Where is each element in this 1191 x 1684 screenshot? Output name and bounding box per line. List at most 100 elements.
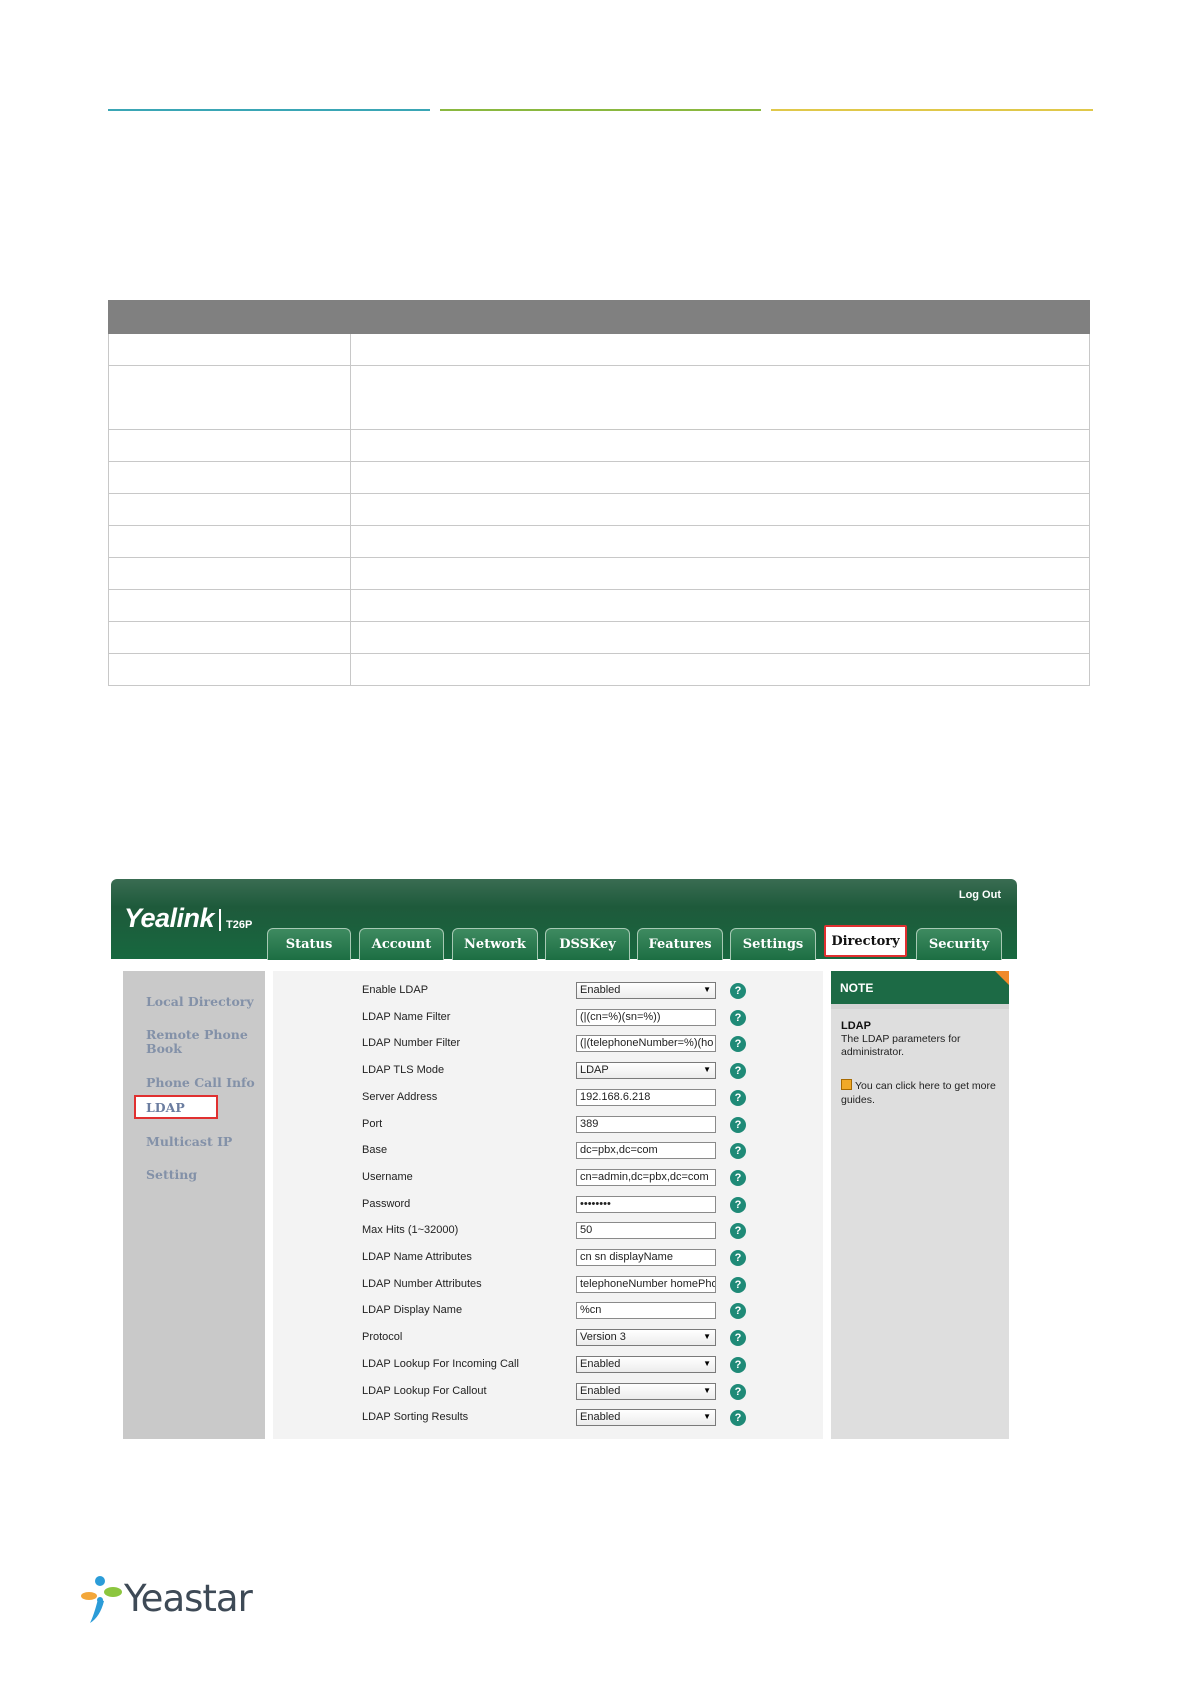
header-rule-yellow bbox=[771, 109, 1093, 111]
label-ldap-sorting-results: LDAP Sorting Results bbox=[362, 1411, 469, 1423]
input-ldap-number-attributes[interactable]: telephoneNumber homePhon bbox=[576, 1276, 716, 1293]
input-max-hits-1-32000[interactable]: 50 bbox=[576, 1222, 716, 1239]
help-icon[interactable]: ? bbox=[730, 1143, 746, 1159]
input-username[interactable]: cn=admin,dc=pbx,dc=com bbox=[576, 1169, 716, 1186]
directory-sidebar: Local Directory Remote Phone Book Phone … bbox=[123, 971, 279, 1439]
help-icon[interactable]: ? bbox=[730, 1303, 746, 1319]
help-icon[interactable]: ? bbox=[730, 1357, 746, 1373]
table-row bbox=[108, 365, 1090, 430]
label-server-address: Server Address bbox=[362, 1091, 438, 1103]
sidebar-item-setting[interactable]: Setting bbox=[146, 1168, 197, 1182]
tab-features[interactable]: Features bbox=[637, 928, 723, 960]
tab-security[interactable]: Security bbox=[916, 928, 1002, 960]
input-ldap-number-filter[interactable]: (|(telephoneNumber=%)(ho bbox=[576, 1035, 716, 1052]
sidebar-item-remote-phone-book[interactable]: Remote Phone Book bbox=[146, 1028, 256, 1056]
sidebar-item-multicast-ip[interactable]: Multicast IP bbox=[146, 1135, 232, 1149]
help-icon[interactable]: ? bbox=[730, 1384, 746, 1400]
table-cell bbox=[350, 461, 1090, 494]
dropdown-arrow-icon: ▼ bbox=[703, 1386, 711, 1395]
note-panel: NOTE LDAP The LDAP parameters for admini… bbox=[831, 971, 1009, 1439]
value-max-hits-1-32000: 50 bbox=[580, 1224, 593, 1236]
sidebar-item-local-directory[interactable]: Local Directory bbox=[146, 995, 254, 1009]
header-rule-green bbox=[440, 109, 761, 111]
help-icon[interactable]: ? bbox=[730, 1090, 746, 1106]
table-cell bbox=[108, 461, 351, 494]
table-row bbox=[108, 557, 1090, 590]
help-icon[interactable]: ? bbox=[730, 1223, 746, 1239]
sidebar-item-ldap[interactable]: LDAP bbox=[146, 1101, 185, 1115]
table-cell bbox=[350, 525, 1090, 558]
tab-network[interactable]: Network bbox=[452, 928, 538, 960]
dropdown-arrow-icon: ▼ bbox=[703, 1412, 711, 1421]
note-guide-text: You can click here to get more guides. bbox=[841, 1080, 996, 1106]
help-icon[interactable]: ? bbox=[730, 1330, 746, 1346]
tab-settings[interactable]: Settings bbox=[730, 928, 816, 960]
model-label: T26P bbox=[226, 919, 253, 931]
note-heading: NOTE bbox=[831, 971, 1009, 1004]
value-ldap-display-name: %cn bbox=[580, 1304, 602, 1316]
label-ldap-name-attributes: LDAP Name Attributes bbox=[362, 1251, 472, 1263]
table-row bbox=[108, 589, 1090, 622]
label-password: Password bbox=[362, 1198, 411, 1210]
phone-header: Yealink T26P Log Out Status Account Netw… bbox=[111, 879, 1017, 960]
sidebar-item-phone-call-info[interactable]: Phone Call Info bbox=[146, 1076, 255, 1090]
logout-link[interactable]: Log Out bbox=[959, 889, 1001, 901]
value-ldap-number-filter: (|(telephoneNumber=%)(ho bbox=[580, 1037, 714, 1049]
table-cell bbox=[108, 493, 351, 526]
input-port[interactable]: 389 bbox=[576, 1116, 716, 1133]
input-ldap-display-name[interactable]: %cn bbox=[576, 1302, 716, 1319]
help-icon[interactable]: ? bbox=[730, 1277, 746, 1293]
value-ldap-tls-mode: LDAP bbox=[580, 1064, 609, 1076]
select-ldap-tls-mode[interactable]: LDAP ▼ bbox=[576, 1062, 716, 1079]
tab-directory[interactable]: Directory bbox=[824, 925, 907, 957]
value-protocol: Version 3 bbox=[580, 1331, 626, 1343]
tab-account[interactable]: Account bbox=[359, 928, 444, 960]
input-ldap-name-filter[interactable]: (|(cn=%)(sn=%)) bbox=[576, 1009, 716, 1026]
input-ldap-name-attributes[interactable]: cn sn displayName bbox=[576, 1249, 716, 1266]
yeastar-pinwheel-icon bbox=[81, 1576, 122, 1623]
label-ldap-name-filter: LDAP Name Filter bbox=[362, 1011, 451, 1023]
value-password: •••••••• bbox=[580, 1198, 611, 1210]
table-cell bbox=[108, 557, 351, 590]
help-icon[interactable]: ? bbox=[730, 1170, 746, 1186]
help-icon[interactable]: ? bbox=[730, 1410, 746, 1426]
select-protocol[interactable]: Version 3 ▼ bbox=[576, 1329, 716, 1346]
label-ldap-number-filter: LDAP Number Filter bbox=[362, 1037, 461, 1049]
help-icon[interactable]: ? bbox=[730, 1010, 746, 1026]
tab-dsskey[interactable]: DSSKey bbox=[545, 928, 630, 960]
select-ldap-sorting-results[interactable]: Enabled ▼ bbox=[576, 1409, 716, 1426]
tab-status[interactable]: Status bbox=[267, 928, 351, 960]
guide-book-icon bbox=[841, 1079, 852, 1090]
table-row bbox=[108, 333, 1090, 366]
table-cell bbox=[108, 653, 351, 686]
input-password[interactable]: •••••••• bbox=[576, 1196, 716, 1213]
table-cell bbox=[350, 333, 1090, 366]
help-icon[interactable]: ? bbox=[730, 1250, 746, 1266]
table-cell bbox=[108, 365, 351, 430]
help-icon[interactable]: ? bbox=[730, 1063, 746, 1079]
table-row bbox=[108, 621, 1090, 654]
table-row bbox=[108, 493, 1090, 526]
help-icon[interactable]: ? bbox=[730, 1036, 746, 1052]
label-protocol: Protocol bbox=[362, 1331, 403, 1343]
table-cell bbox=[108, 429, 351, 462]
value-ldap-name-attributes: cn sn displayName bbox=[580, 1251, 673, 1263]
help-icon[interactable]: ? bbox=[730, 1117, 746, 1133]
label-base: Base bbox=[362, 1144, 388, 1156]
help-icon[interactable]: ? bbox=[730, 1197, 746, 1213]
note-title: LDAP bbox=[841, 1020, 871, 1032]
select-ldap-lookup-for-callout[interactable]: Enabled ▼ bbox=[576, 1383, 716, 1400]
help-icon[interactable]: ? bbox=[730, 983, 746, 999]
note-guide-link[interactable]: You can click here to get more guides. bbox=[841, 1079, 1001, 1107]
phone-web-ui-screenshot: Yealink T26P Log Out Status Account Netw… bbox=[111, 879, 1017, 1439]
dropdown-arrow-icon: ▼ bbox=[703, 985, 711, 994]
input-server-address[interactable]: 192.168.6.218 bbox=[576, 1089, 716, 1106]
table-cell bbox=[108, 621, 351, 654]
input-base[interactable]: dc=pbx,dc=com bbox=[576, 1142, 716, 1159]
select-ldap-lookup-for-incoming-call[interactable]: Enabled ▼ bbox=[576, 1356, 716, 1373]
table-cell bbox=[350, 621, 1090, 654]
table-cell bbox=[108, 589, 351, 622]
select-enable-ldap[interactable]: Enabled ▼ bbox=[576, 982, 716, 999]
table-row bbox=[108, 525, 1090, 558]
dropdown-arrow-icon: ▼ bbox=[703, 1065, 711, 1074]
